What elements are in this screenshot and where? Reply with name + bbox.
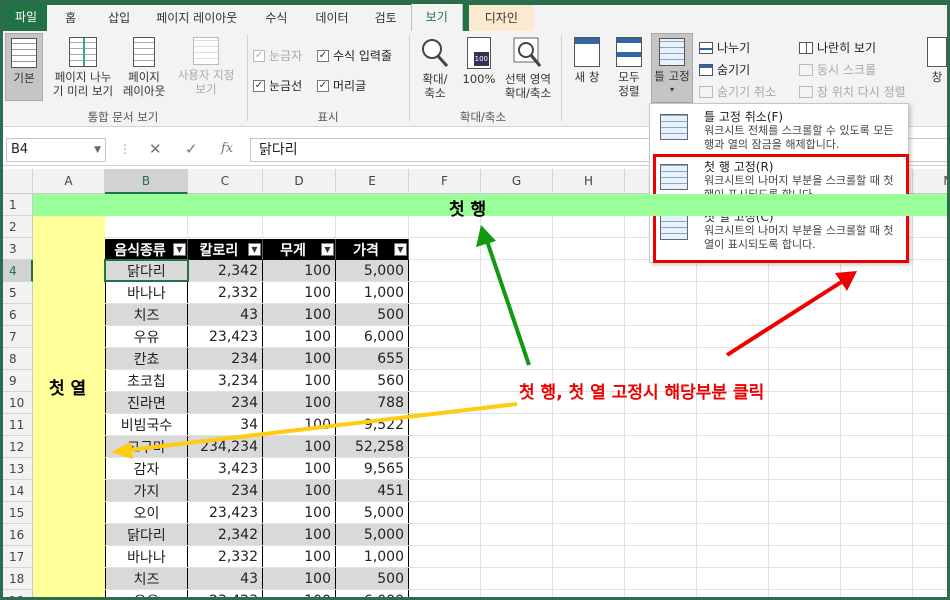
green-arrow — [485, 240, 531, 366]
red-arrowhead — [835, 271, 857, 291]
yellow-arrow — [128, 402, 518, 452]
green-arrowhead — [476, 225, 496, 247]
first-row-label: 첫 행 — [449, 200, 487, 220]
first-row-fill — [33, 194, 947, 216]
red-arrow — [725, 279, 845, 357]
annotation-arrows — [111, 225, 857, 459]
excel-window: 파일 홈 삽입 페이지 레이아웃 수식 데이터 검토 보기 디자인 기본 페이지… — [0, 0, 950, 600]
yellow-arrowhead — [111, 442, 133, 459]
annotation-text: 첫 행, 첫 열 고정시 해당부분 클릭 — [519, 383, 765, 403]
